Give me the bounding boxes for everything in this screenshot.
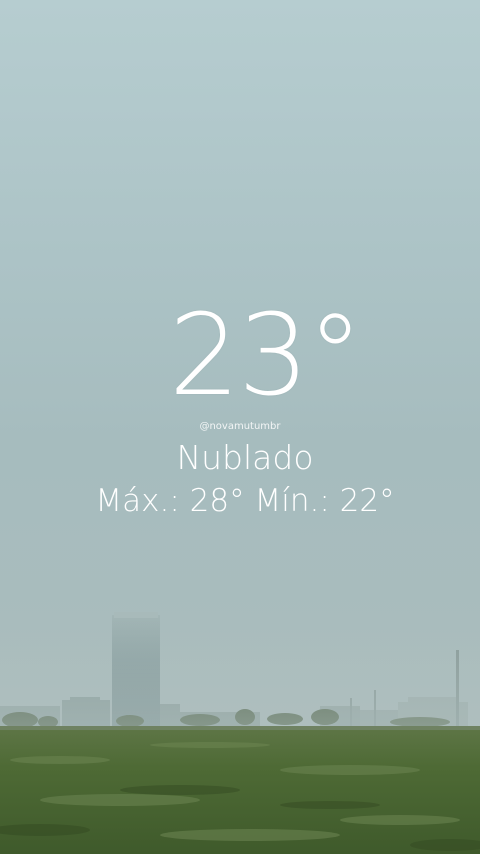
fog-layer bbox=[0, 620, 480, 730]
account-handle: @novamutumbr bbox=[199, 421, 281, 432]
min-max-temperatures: Máx.: 28° Mín.: 22° bbox=[0, 481, 480, 521]
max-temperature: Máx.: 28° bbox=[95, 483, 245, 519]
current-temperature: 23° bbox=[168, 291, 364, 421]
min-temperature: Mín.: 22° bbox=[254, 483, 395, 519]
weather-story-screen: 23° @novamutumbr Nublado Máx.: 28° Mín.:… bbox=[0, 0, 480, 854]
weather-condition: Nublado bbox=[176, 438, 314, 477]
